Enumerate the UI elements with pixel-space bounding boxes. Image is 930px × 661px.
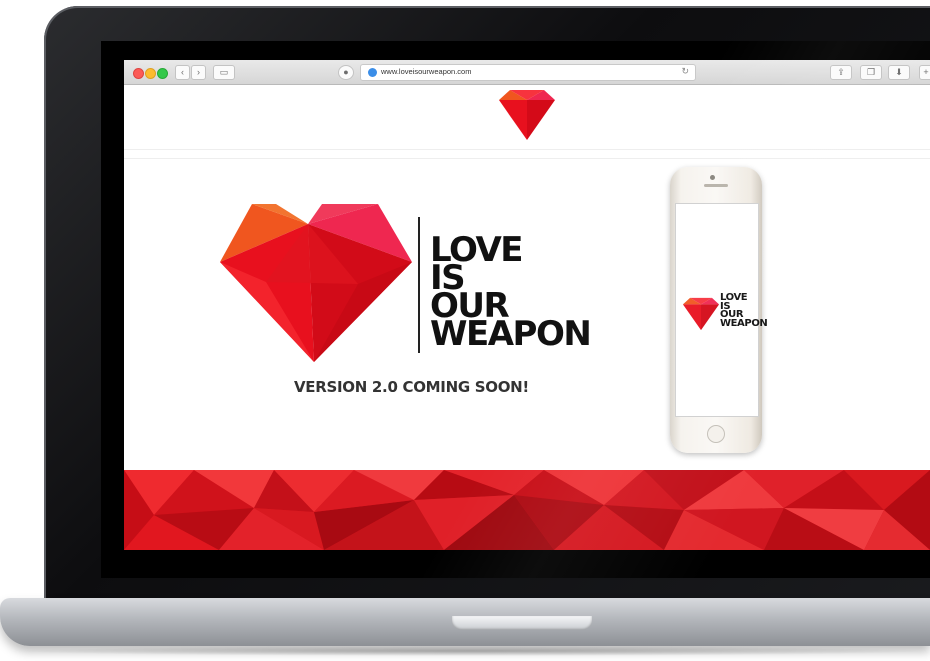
reload-icon[interactable]: ↻ [681, 66, 689, 77]
heart-logo[interactable] [496, 88, 558, 142]
close-window-button[interactable] [133, 68, 144, 79]
heart-logo-phone [682, 297, 720, 331]
heart-logo-large [220, 204, 412, 362]
speaker-grille [704, 184, 728, 187]
sidebar-button[interactable]: ▭ [213, 65, 235, 80]
title-divider [418, 217, 420, 353]
globe-icon [368, 68, 377, 77]
back-button[interactable]: ‹ [175, 65, 190, 80]
address-bar[interactable]: www.loveisourweapon.com ↻ [360, 64, 696, 81]
coming-soon-text: VERSION 2.0 COMING SOON! [294, 378, 529, 396]
footer-banner [124, 470, 930, 550]
phone-screen: LOVE IS OUR WEAPON [675, 203, 768, 417]
tabs-overview-button[interactable]: ❐ [860, 65, 882, 80]
new-tab-button[interactable]: + [919, 65, 930, 80]
maximize-window-button[interactable] [157, 68, 168, 79]
download-icon: ⬇ [895, 67, 903, 77]
plus-icon: + [923, 67, 929, 77]
privacy-report-button[interactable]: ● [338, 65, 354, 80]
title-line: WEAPON [430, 314, 592, 354]
laptop-shadow [10, 646, 930, 656]
share-button[interactable]: ⇪ [830, 65, 852, 80]
downloads-button[interactable]: ⬇ [888, 65, 910, 80]
browser-window: ‹ › ▭ ● www.loveisourweapon.com ↻ ⇪ ❐ ⬇ … [124, 60, 930, 550]
phone-title-line: WEAPON [720, 317, 768, 329]
laptop-opening-notch [452, 616, 592, 630]
chevron-right-icon: › [197, 67, 200, 77]
site-header [124, 85, 930, 150]
browser-toolbar: ‹ › ▭ ● www.loveisourweapon.com ↻ ⇪ ❐ ⬇ … [124, 60, 930, 85]
camera-icon [710, 175, 715, 180]
forward-button[interactable]: › [191, 65, 206, 80]
share-icon: ⇪ [837, 67, 845, 77]
home-button-icon [707, 425, 725, 443]
nav-divider [124, 158, 930, 159]
minimize-window-button[interactable] [145, 68, 156, 79]
site-title: LOVE IS OUR WEAPON [430, 233, 592, 354]
phone-title: LOVE IS OUR WEAPON [720, 293, 768, 329]
shield-icon: ● [343, 67, 349, 77]
tabs-icon: ❐ [866, 67, 876, 77]
sidebar-icon: ▭ [219, 67, 229, 77]
url-text: www.loveisourweapon.com [381, 67, 472, 76]
chevron-left-icon: ‹ [181, 67, 184, 77]
phone-mockup: LOVE IS OUR WEAPON [670, 167, 768, 453]
